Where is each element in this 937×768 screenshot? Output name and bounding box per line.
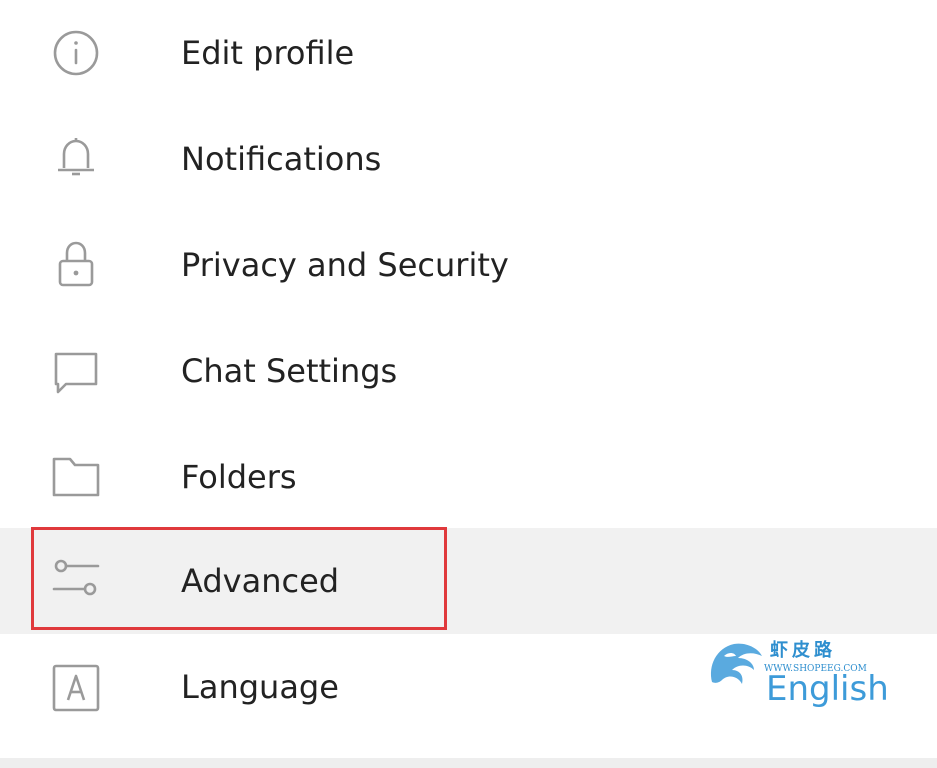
menu-item-label: Notifications — [181, 140, 382, 178]
dragon-logo-icon — [710, 643, 762, 684]
menu-item-advanced[interactable]: Advanced — [0, 528, 937, 634]
watermark-text: 虾皮路 — [770, 640, 836, 661]
menu-item-edit-profile[interactable]: Edit profile — [0, 0, 937, 106]
folder-icon — [48, 449, 104, 505]
watermark: 虾皮路 WWW.SHOPEEG.COM — [706, 636, 867, 696]
menu-item-label: Chat Settings — [181, 352, 398, 390]
menu-item-label: Privacy and Security — [181, 246, 509, 284]
menu-item-label: Advanced — [181, 562, 340, 600]
menu-item-chat-settings[interactable]: Chat Settings — [0, 318, 937, 424]
menu-item-notifications[interactable]: Notifications — [0, 106, 937, 212]
language-icon — [48, 660, 104, 716]
menu-item-folders[interactable]: Folders — [0, 424, 937, 530]
divider — [0, 758, 937, 768]
watermark-url: WWW.SHOPEEG.COM — [764, 664, 867, 674]
settings-menu: Edit profile Notifications Privacy and S… — [0, 0, 937, 768]
menu-item-label: Folders — [181, 458, 297, 496]
menu-item-label: Language — [181, 668, 339, 706]
menu-item-label: Edit profile — [181, 34, 355, 72]
bell-icon — [48, 130, 104, 186]
info-icon — [48, 25, 104, 81]
lock-icon — [48, 236, 104, 292]
chat-bubble-icon — [48, 344, 104, 400]
sliders-icon — [48, 553, 104, 609]
menu-item-privacy-security[interactable]: Privacy and Security — [0, 212, 937, 318]
